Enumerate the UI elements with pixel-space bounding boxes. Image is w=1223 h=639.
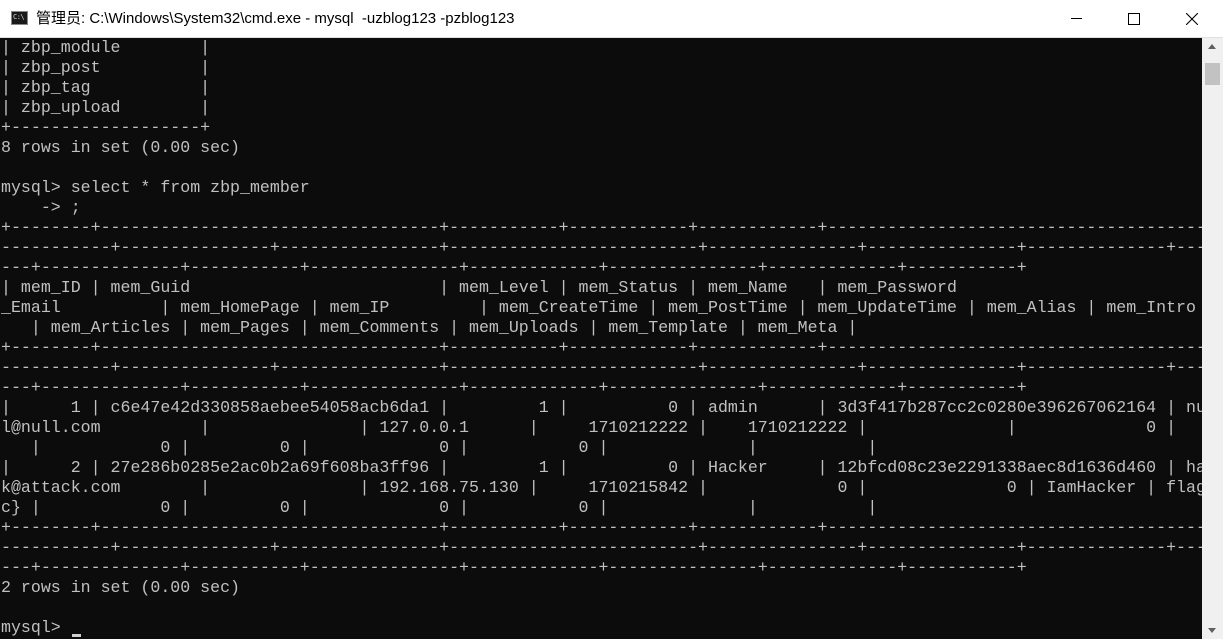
close-button[interactable]: [1163, 0, 1221, 38]
console-line: k@attack.com | | 192.168.75.130 | 171021…: [1, 478, 1202, 497]
minimize-button[interactable]: [1047, 0, 1105, 38]
console-line: 2 rows in set (0.00 sec): [1, 578, 240, 597]
console-line: l@null.com | | 127.0.0.1 | 1710212222 | …: [1, 418, 1177, 437]
console-line: -----------+---------------+------------…: [1, 238, 1202, 257]
console-line: | zbp_module |: [1, 38, 211, 57]
console-line: | zbp_post |: [1, 58, 211, 77]
console-line: mysql> select * from zbp_member: [1, 178, 310, 197]
console-line: -----------+---------------+------------…: [1, 538, 1202, 557]
console-line: | 1 | c6e47e42d330858aebee54058acb6da1 |…: [1, 398, 1202, 417]
console-output[interactable]: | zbp_module | | zbp_post | | zbp_tag | | z…: [0, 38, 1202, 639]
scroll-up-icon[interactable]: [1208, 44, 1216, 49]
text-cursor: [72, 634, 81, 637]
scroll-thumb[interactable]: [1205, 63, 1220, 85]
console-line: +--------+------------------------------…: [1, 518, 1202, 537]
console-line: ---+--------------+-----------+---------…: [1, 378, 1027, 397]
maximize-button[interactable]: [1105, 0, 1163, 38]
console-line: -> ;: [1, 198, 81, 217]
cmd-icon[interactable]: C:\: [11, 11, 28, 25]
console-line: | 2 | 27e286b0285e2ac0b2a69f608ba3ff96 |…: [1, 458, 1202, 477]
cmd-window: C:\ 管理员: C:\Windows\System32\cmd.exe - m…: [0, 0, 1223, 639]
console-line: _Email | mem_HomePage | mem_IP | mem_Cre…: [1, 298, 1196, 317]
console-line: 8 rows in set (0.00 sec): [1, 138, 240, 157]
window-title: 管理员: C:\Windows\System32\cmd.exe - mysql…: [36, 10, 515, 27]
console-line: ---+--------------+-----------+---------…: [1, 258, 1027, 277]
console-line: | mem_Articles | mem_Pages | mem_Comment…: [1, 318, 858, 337]
vertical-scrollbar[interactable]: [1202, 38, 1223, 639]
console-line: mysql>: [1, 618, 71, 637]
console-line: ---+--------------+-----------+---------…: [1, 558, 1027, 577]
console-line: c} | 0 | 0 | 0 | 0 | | |: [1, 498, 878, 517]
console-line: +-------------------+: [1, 118, 211, 137]
console-line: | zbp_tag |: [1, 78, 211, 97]
close-icon: [1186, 13, 1198, 25]
console-line: | zbp_upload |: [1, 98, 211, 117]
console-line: +--------+------------------------------…: [1, 218, 1202, 237]
cmd-icon-label: C:\: [13, 13, 25, 21]
console-line: -----------+---------------+------------…: [1, 358, 1202, 377]
title-bar[interactable]: C:\ 管理员: C:\Windows\System32\cmd.exe - m…: [0, 0, 1223, 38]
scroll-down-icon[interactable]: [1208, 628, 1216, 633]
console-line: | mem_ID | mem_Guid | mem_Level | mem_St…: [1, 278, 1202, 297]
console-line: | 0 | 0 | 0 | 0 | | |: [1, 438, 878, 457]
console-line: +--------+------------------------------…: [1, 338, 1202, 357]
